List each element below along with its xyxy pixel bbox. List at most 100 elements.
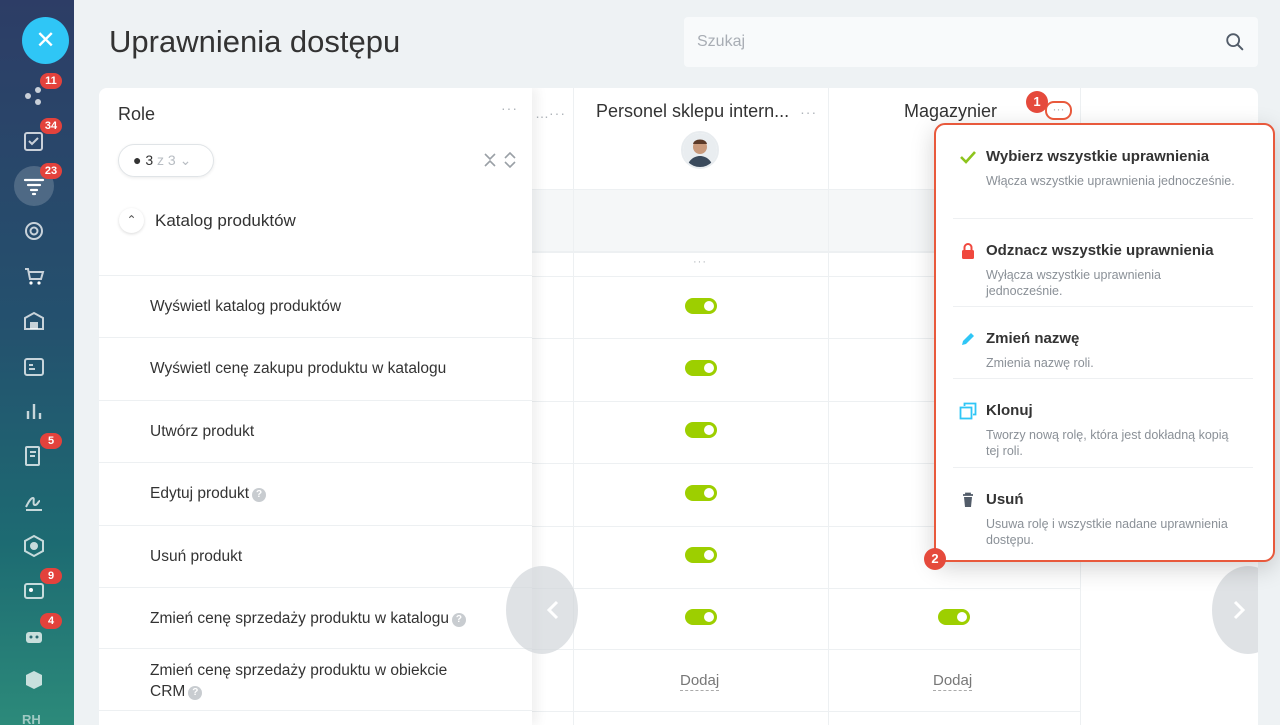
network-icon	[25, 87, 41, 105]
table-row: Zmień cenę sprzedaży produktu w katalogu…	[99, 588, 532, 649]
lock-icon	[962, 243, 974, 259]
hexagon-icon	[24, 534, 44, 558]
add-link[interactable]: Dodaj	[933, 672, 973, 691]
callout-badge: 2	[924, 548, 946, 570]
rail-item-store[interactable]	[22, 309, 46, 333]
permission-toggle[interactable]	[685, 422, 717, 438]
menu-item-clone[interactable]: Klonuj Tworzy nową rolę, która jest dokł…	[953, 379, 1253, 468]
role-title-text: Personel sklepu intern...	[596, 101, 790, 121]
rail-badge: 9	[40, 568, 62, 584]
rail-item-market[interactable]	[22, 668, 46, 692]
rail-item-contacts[interactable]: 9	[22, 568, 62, 603]
table-row: Edytuj produkt?	[99, 463, 532, 526]
clone-icon	[959, 402, 977, 420]
close-icon[interactable]: ✕	[22, 17, 69, 64]
rail-item-goals[interactable]	[22, 219, 46, 243]
scroll-left-button[interactable]	[506, 566, 578, 654]
roles-column: Role ··· ● 3 z 3 ⌄ ⌃ Katalog produktów W…	[99, 88, 532, 725]
section-title: Katalog produktów	[155, 211, 296, 230]
row-label: Zmień cenę sprzedaży produktu w obiekcie…	[150, 660, 480, 702]
rail-item-calendar[interactable]	[22, 354, 46, 378]
chevron-down-icon: ⌄	[179, 152, 192, 168]
rail-item-sign[interactable]	[22, 489, 46, 513]
menu-item-desc: Wyłącza wszystkie uprawnienia jednocześn…	[986, 268, 1161, 298]
menu-item-desc: Włącza wszystkie uprawnienia jednocześni…	[986, 174, 1235, 188]
menu-item-title: Klonuj	[986, 402, 1033, 419]
rail-badge: 11	[40, 73, 62, 89]
table-row: Wyświetl katalog produktów	[99, 276, 532, 338]
role-column-title[interactable]: Magazynier	[904, 101, 997, 122]
rail-item-reports[interactable]	[22, 399, 46, 423]
row-label: Edytuj produkt?	[150, 483, 267, 504]
filter-count: 3	[145, 152, 154, 168]
permission-toggle[interactable]	[685, 547, 717, 563]
rail-item-docs[interactable]: 5	[22, 433, 62, 468]
help-icon[interactable]: ?	[252, 488, 267, 502]
menu-item-title: Zmień nazwę	[986, 330, 1080, 347]
rail-item-shop[interactable]	[22, 264, 46, 288]
chevron-left-icon	[546, 600, 559, 620]
callout-badge: 1	[1026, 91, 1048, 113]
rail-badge: 5	[40, 433, 62, 449]
bar-chart-icon	[26, 404, 42, 419]
target-icon	[25, 222, 43, 240]
cell-more-icon[interactable]: ···	[693, 256, 707, 268]
chevron-right-icon	[1233, 600, 1246, 620]
eye-icon: ●	[133, 152, 142, 168]
menu-item-title: Wybierz wszystkie uprawnienia	[986, 148, 1210, 165]
rail-item-bots[interactable]: 4	[22, 613, 62, 648]
rail-badge: 34	[40, 118, 62, 134]
collapse-expand-icon[interactable]	[483, 152, 517, 168]
permission-toggle[interactable]	[938, 609, 970, 625]
avatar[interactable]	[681, 131, 719, 169]
rail-item-feed[interactable]: 11	[22, 73, 62, 108]
permission-toggle[interactable]	[685, 485, 717, 501]
edit-doc-icon	[25, 446, 40, 466]
menu-item-desc: Zmienia nazwę roli.	[986, 356, 1094, 370]
roles-more-icon[interactable]: ···	[501, 100, 518, 116]
row-label-text: Zmień cenę sprzedaży produktu w katalogu	[150, 610, 449, 627]
role-more-icon[interactable]: ···	[1045, 101, 1072, 120]
pencil-icon	[962, 333, 974, 345]
row-label: Utwórz produkt	[150, 423, 255, 440]
row-divider	[532, 649, 1081, 650]
role-column-title[interactable]: Personel sklepu intern... ···	[596, 101, 817, 122]
section-collapse-button[interactable]: ⌃	[119, 208, 144, 233]
menu-item-desc: Usuwa rolę i wszystkie nadane uprawnieni…	[986, 517, 1228, 547]
filter-of-label: z 3	[157, 152, 176, 168]
page-title: Uprawnienia dostępu	[109, 24, 401, 59]
row-divider	[532, 588, 1081, 589]
row-label: Wyświetl katalog produktów	[150, 298, 342, 315]
menu-item-rename[interactable]: Zmień nazwę Zmienia nazwę roli.	[953, 307, 1253, 379]
table-row	[99, 252, 532, 276]
menu-item-delete[interactable]: Usuń Usuwa rolę i wszystkie nadane upraw…	[953, 468, 1253, 558]
help-icon[interactable]: ?	[451, 613, 466, 627]
permission-toggle[interactable]	[685, 609, 717, 625]
rail-badge: 23	[40, 163, 62, 179]
table-row: Usuń produkt	[99, 526, 532, 588]
role-actions-menu: Wybierz wszystkie uprawnienia Włącza wsz…	[934, 123, 1275, 562]
trash-icon	[963, 492, 973, 507]
search-input[interactable]	[697, 33, 1177, 51]
help-icon[interactable]: ?	[188, 686, 203, 700]
row-label-text: Edytuj produkt	[150, 485, 250, 502]
column-divider	[828, 88, 829, 725]
rail-item-crm[interactable]: 23	[14, 163, 62, 206]
search-icon[interactable]	[1224, 31, 1246, 53]
add-link[interactable]: Dodaj	[680, 672, 720, 691]
rail-item-automation[interactable]	[22, 534, 46, 558]
rail-item-tasks[interactable]: 34	[22, 118, 62, 153]
calendar-icon	[24, 358, 44, 376]
robot-icon	[26, 632, 42, 643]
role-visibility-filter[interactable]: ● 3 z 3 ⌄	[118, 144, 214, 177]
scroll-right-button[interactable]	[1212, 566, 1258, 654]
cube-icon	[26, 671, 42, 689]
truncated-column-more[interactable]: …···	[535, 105, 566, 121]
role-more-icon[interactable]: ···	[800, 104, 817, 120]
permission-toggle[interactable]	[685, 298, 717, 314]
search-box[interactable]	[684, 17, 1258, 67]
menu-item-deselect-all[interactable]: Odznacz wszystkie uprawnienia Wyłącza ws…	[953, 219, 1253, 307]
menu-item-select-all[interactable]: Wybierz wszystkie uprawnienia Włącza wsz…	[953, 125, 1253, 219]
rail-badge: 4	[40, 613, 62, 629]
permission-toggle[interactable]	[685, 360, 717, 376]
